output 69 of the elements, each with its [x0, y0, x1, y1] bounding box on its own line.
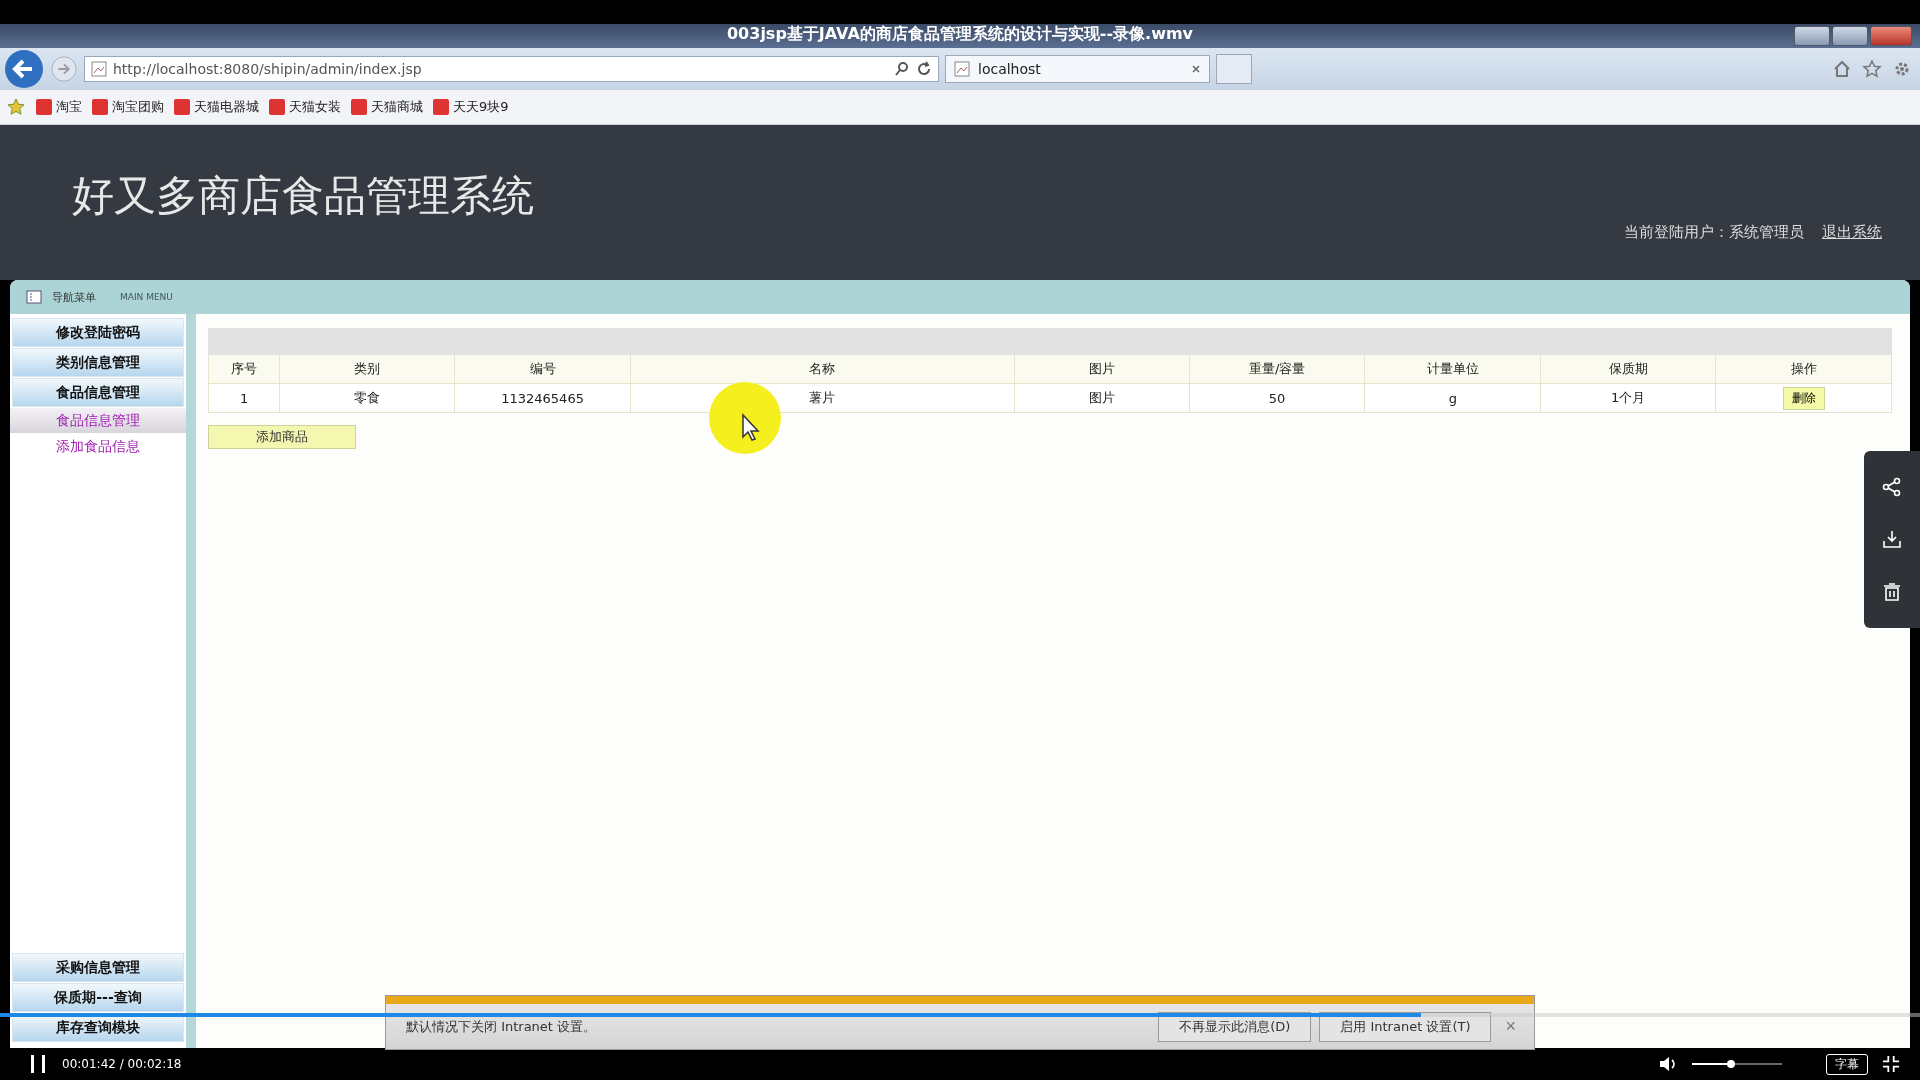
notification-button[interactable]: 启用 Intranet 设置(T) — [1319, 1011, 1492, 1042]
logout-link[interactable]: 退出系统 — [1822, 223, 1882, 242]
star-icon[interactable] — [1862, 59, 1882, 79]
browser-tab[interactable]: localhost — [945, 55, 1210, 83]
system-title: 好又多商店食品管理系统 — [72, 169, 534, 222]
sidebar-item[interactable]: 类别信息管理 — [12, 348, 184, 377]
column-header: 编号 — [455, 355, 631, 384]
download-icon[interactable] — [1882, 529, 1902, 550]
site-icon — [351, 99, 367, 115]
search-icon[interactable] — [894, 61, 910, 77]
favorite-link[interactable]: 天天9块9 — [433, 98, 509, 116]
window-title: 003jsp基于JAVA的商店食品管理系统的设计与实现--录像.wmv — [727, 24, 1193, 45]
column-header: 计量单位 — [1365, 355, 1542, 384]
table-cell: 50 — [1189, 384, 1366, 413]
delete-icon[interactable] — [1882, 581, 1902, 602]
page-icon — [91, 61, 107, 77]
menu-header-subtitle: MAIN MENU — [120, 292, 173, 302]
site-icon — [174, 99, 190, 115]
volume-icon[interactable] — [1658, 1054, 1678, 1074]
refresh-icon[interactable] — [916, 61, 932, 77]
table-cell: 零食 — [280, 384, 456, 413]
column-header: 名称 — [631, 355, 1015, 384]
subtitles-button[interactable]: 字幕 — [1826, 1053, 1868, 1075]
column-header: 类别 — [280, 355, 456, 384]
favorite-link[interactable]: 淘宝团购 — [92, 98, 164, 116]
close-button[interactable] — [1870, 26, 1912, 46]
favorite-link[interactable]: 天猫商城 — [351, 98, 423, 116]
pause-button[interactable] — [28, 1054, 48, 1074]
maximize-button[interactable] — [1832, 26, 1868, 46]
column-header: 重量/容量 — [1189, 355, 1366, 384]
favorite-link[interactable]: 天猫电器城 — [174, 98, 259, 116]
delete-button[interactable]: 删除 — [1782, 386, 1825, 410]
menu-icon — [26, 290, 42, 304]
submenu-item[interactable]: 添加食品信息 — [10, 434, 186, 459]
share-icon[interactable] — [1882, 477, 1902, 498]
column-header: 图片 — [1014, 355, 1190, 384]
sidebar-item[interactable]: 食品信息管理 — [12, 378, 184, 407]
sidebar-item[interactable]: 保质期---查询 — [12, 983, 184, 1012]
column-header: 操作 — [1716, 355, 1892, 384]
playback-time: 00:01:42 / 00:02:18 — [62, 1057, 182, 1071]
table-cell: 1132465465 — [455, 384, 631, 413]
exit-fullscreen-icon[interactable] — [1882, 1055, 1900, 1073]
site-icon — [36, 99, 52, 115]
column-header: 保质期 — [1541, 355, 1717, 384]
favorites-star-icon[interactable] — [6, 97, 26, 117]
favorite-link[interactable]: 天猫女装 — [269, 98, 341, 116]
favorite-link[interactable]: 淘宝 — [36, 98, 82, 116]
menu-header-title: 导航菜单 — [52, 289, 96, 305]
sidebar-item[interactable]: 采购信息管理 — [12, 953, 184, 982]
table-cell: g — [1365, 384, 1542, 413]
table-cell: 图片 — [1014, 384, 1190, 413]
notification-text: 默认情况下关闭 Intranet 设置。 — [406, 1017, 597, 1036]
site-icon — [269, 99, 285, 115]
table-cell: 1 — [209, 384, 281, 413]
address-field[interactable]: http://localhost:8080/shipin/admin/index.jsp — [84, 56, 939, 82]
page-icon — [954, 61, 970, 77]
back-button[interactable] — [4, 49, 44, 89]
table-cell: 1个月 — [1541, 384, 1717, 413]
minimize-button[interactable] — [1794, 26, 1830, 46]
site-icon — [433, 99, 449, 115]
column-header: 序号 — [209, 355, 281, 384]
site-icon — [92, 99, 108, 115]
submenu-item[interactable]: 食品信息管理 — [10, 408, 186, 433]
sidebar-item[interactable]: 修改登陆密码 — [12, 318, 184, 347]
home-icon[interactable] — [1832, 59, 1852, 79]
add-product-button[interactable]: 添加商品 — [208, 425, 356, 449]
close-icon[interactable] — [1191, 64, 1201, 74]
current-user-label: 当前登陆用户：系统管理员 — [1624, 223, 1804, 242]
progress-track[interactable] — [0, 1013, 1920, 1017]
